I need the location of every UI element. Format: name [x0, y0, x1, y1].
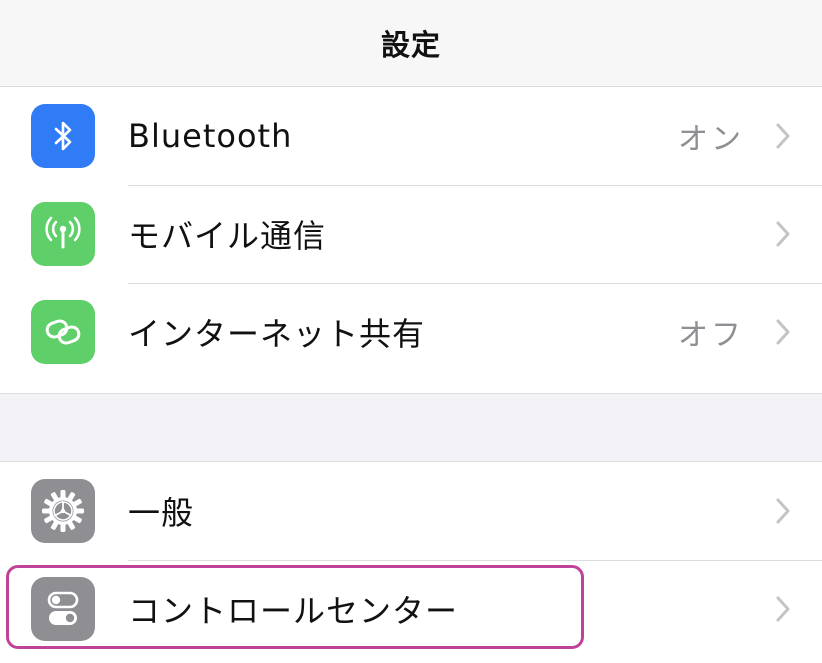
bluetooth-icon [31, 104, 95, 168]
chevron-right-icon [772, 594, 794, 624]
gear-icon [31, 479, 95, 543]
settings-row-personal-hotspot[interactable]: インターネット共有 オフ [0, 283, 822, 381]
settings-row-general[interactable]: 一般 [0, 462, 822, 560]
antenna-icon [31, 202, 95, 266]
settings-group-general: 一般 コントロールセンター [0, 461, 822, 663]
settings-group-connectivity: Bluetooth オン モバイル通信 インターネット共有 オフ [0, 87, 822, 394]
chevron-right-icon [772, 496, 794, 526]
page-title: 設定 [380, 28, 441, 62]
chevron-right-icon [772, 121, 794, 151]
hotspot-link-icon [31, 300, 95, 364]
row-value: オフ [678, 318, 744, 353]
chevron-right-icon [772, 317, 794, 347]
navigation-bar: 設定 [0, 0, 822, 87]
row-label: コントロールセンター [128, 592, 459, 630]
row-label: インターネット共有 [128, 315, 426, 353]
settings-row-bluetooth[interactable]: Bluetooth オン [0, 87, 822, 185]
row-label: モバイル通信 [128, 217, 327, 255]
chevron-right-icon [772, 219, 794, 249]
toggles-icon [31, 577, 95, 641]
row-label: Bluetooth [128, 117, 293, 155]
settings-row-mobile-data[interactable]: モバイル通信 [0, 185, 822, 283]
row-label: 一般 [128, 494, 195, 532]
settings-row-control-center[interactable]: コントロールセンター [0, 560, 822, 658]
row-value: オン [678, 122, 744, 157]
